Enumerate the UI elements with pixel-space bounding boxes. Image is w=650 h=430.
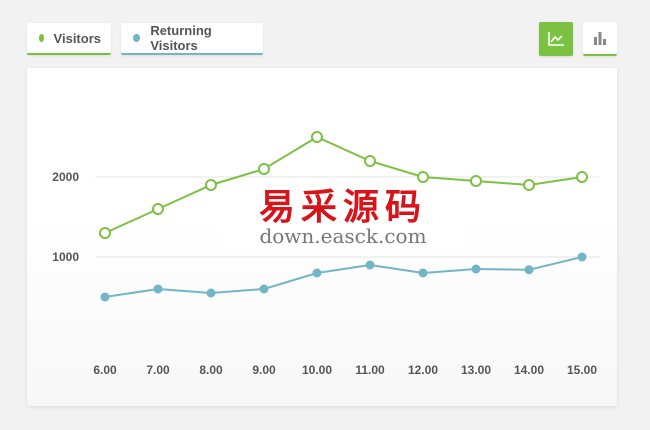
series-1-point-4 — [312, 268, 322, 278]
series-0-point-7 — [470, 175, 482, 187]
x-tick-label-12.00: 12.00 — [408, 363, 438, 377]
series-1-point-3 — [259, 284, 269, 294]
series-1-point-6 — [418, 268, 428, 278]
series-0-point-8 — [523, 179, 535, 191]
bar-chart-icon — [594, 32, 606, 45]
series-line-1 — [104, 256, 583, 298]
series-1-point-9 — [577, 252, 587, 262]
series-0-point-3 — [258, 163, 270, 175]
bar-view-button[interactable] — [583, 22, 617, 56]
x-tick-label-11.00: 11.00 — [355, 363, 385, 377]
y-tick-label-1000: 1000 — [52, 250, 79, 264]
x-tick-label-8.00: 8.00 — [199, 363, 223, 377]
x-tick-label-6.00: 6.00 — [93, 363, 117, 377]
line-view-button[interactable] — [539, 22, 573, 56]
series-1-point-0 — [100, 292, 110, 302]
series-1-point-2 — [206, 288, 216, 298]
x-tick-label-9.00: 9.00 — [252, 363, 276, 377]
series-0-point-4 — [311, 131, 323, 143]
returning-dot-icon — [133, 34, 141, 42]
series-0-point-1 — [152, 203, 164, 215]
y-tick-label-2000: 2000 — [52, 170, 79, 184]
series-1-point-8 — [524, 265, 534, 275]
series-1-point-5 — [365, 260, 375, 270]
line-chart-icon — [548, 32, 564, 46]
x-tick-label-10.00: 10.00 — [302, 363, 332, 377]
series-0-point-5 — [364, 155, 376, 167]
legend-returning-label: Returning Visitors — [150, 23, 212, 53]
x-tick-label-14.00: 14.00 — [514, 363, 544, 377]
x-tick-label-7.00: 7.00 — [146, 363, 170, 377]
chart-panel: 1000 2000 6.00 7.00 8.00 9.00 10.00 11.00 12.00 1… — [27, 68, 617, 406]
series-0-point-9 — [576, 171, 588, 183]
series-0-point-0 — [99, 227, 111, 239]
x-tick-label-13.00: 13.00 — [461, 363, 491, 377]
legend-returning-toggle[interactable]: Returning Visitors — [121, 23, 263, 55]
watermark-brand: 易采源码 — [258, 186, 427, 228]
legend-visitors-label: Visitors — [53, 30, 101, 46]
legend-visitors-toggle[interactable]: Visitors — [27, 23, 111, 55]
series-1-point-7 — [471, 264, 481, 274]
series-1-point-1 — [153, 284, 163, 294]
series-0-point-2 — [205, 179, 217, 191]
watermark-url: down.easck.com — [223, 224, 463, 248]
visitors-dot-icon — [39, 34, 44, 42]
x-tick-label-15.00: 15.00 — [567, 363, 597, 377]
